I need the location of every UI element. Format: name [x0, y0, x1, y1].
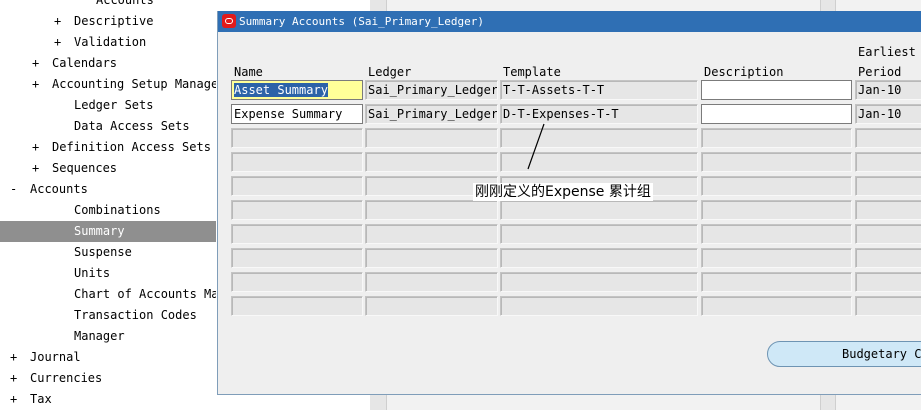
nav-expander[interactable]: + [32, 53, 52, 74]
nav-item-label: Sequences [52, 161, 118, 175]
nav-item-label: Ledger Sets [74, 98, 154, 112]
nav-expander[interactable]: + [54, 32, 74, 53]
nav-item-label: Suspense [74, 245, 132, 259]
nav-item[interactable]: Summary [0, 221, 216, 242]
nav-item[interactable]: Data Access Sets [54, 116, 190, 137]
nav-item-label: Combinations [74, 203, 161, 217]
nav-item-label: Journal [30, 350, 81, 364]
table-cell-ledger[interactable] [365, 248, 498, 268]
nav-item[interactable]: Combinations [54, 200, 161, 221]
nav-expander[interactable]: + [54, 11, 74, 32]
table-cell-template[interactable] [500, 296, 698, 316]
table-cell-ledger[interactable] [365, 272, 498, 292]
nav-item[interactable]: + Journal [10, 347, 81, 368]
nav-expander[interactable]: + [32, 74, 52, 95]
nav-item[interactable]: Units [54, 263, 110, 284]
nav-item-label: Currencies [30, 371, 103, 385]
nav-item[interactable]: + Currencies [10, 368, 102, 389]
table-cell-period[interactable] [855, 248, 921, 268]
nav-expander[interactable]: + [32, 137, 52, 158]
nav-item[interactable]: + Accounting Setup Manager [32, 74, 216, 95]
nav-item-label: Accounts [96, 0, 154, 7]
navigator-tree: Accounts + Descriptive + Validation + Calendar… [0, 0, 216, 410]
nav-item-label: Accounting Setup Manager [52, 77, 216, 91]
table-cell-name[interactable] [231, 224, 363, 244]
table-cell-description[interactable] [701, 248, 852, 268]
nav-item[interactable]: + Calendars [32, 53, 117, 74]
nav-item-label: Transaction Codes [74, 308, 197, 322]
nav-item[interactable]: + Sequences [32, 158, 117, 179]
nav-item[interactable]: + Descriptive [54, 11, 153, 32]
nav-item-label: Chart of Accounts Mappi [74, 287, 216, 301]
nav-item-label: Accounts [30, 182, 88, 196]
table-cell-name[interactable] [231, 248, 363, 268]
nav-expander[interactable]: + [10, 389, 30, 410]
table-cell-template[interactable] [500, 248, 698, 268]
nav-item[interactable]: + Tax [10, 389, 52, 410]
nav-item[interactable]: Manager [54, 326, 125, 347]
budgetary-control-button[interactable]: Budgetary Co [767, 341, 921, 367]
nav-expander[interactable]: + [32, 158, 52, 179]
table-cell-description[interactable] [701, 272, 852, 292]
nav-item[interactable]: + Validation [54, 32, 146, 53]
table-cell-name[interactable] [231, 272, 363, 292]
nav-item-label: Manager [74, 329, 125, 343]
nav-item[interactable]: Chart of Accounts Mappi [54, 284, 216, 305]
nav-item-label: Descriptive [74, 14, 154, 28]
annotation-pointer-line [527, 123, 545, 170]
nav-item-label: Definition Access Sets [52, 140, 211, 154]
annotation-label: 刚刚定义的Expense 累计组 [473, 183, 653, 201]
table-cell-period[interactable] [855, 224, 921, 244]
table-cell-name[interactable] [231, 296, 363, 316]
nav-item[interactable]: - Accounts [10, 179, 88, 200]
nav-item-label: Tax [30, 392, 52, 406]
table-cell-period[interactable] [855, 272, 921, 292]
table-cell-ledger[interactable] [365, 224, 498, 244]
nav-expander[interactable]: - [10, 179, 30, 200]
nav-expander[interactable]: + [10, 347, 30, 368]
summary-accounts-window: Summary Accounts (Sai_Primary_Ledger) Na… [217, 11, 921, 395]
table-cell-template[interactable] [500, 224, 698, 244]
nav-item-label: Data Access Sets [74, 119, 190, 133]
nav-item-label: Validation [74, 35, 147, 49]
nav-item[interactable]: Transaction Codes [54, 305, 197, 326]
nav-item[interactable]: Suspense [54, 242, 132, 263]
nav-item-label: Units [74, 266, 111, 280]
nav-item[interactable]: + Definition Access Sets [32, 137, 211, 158]
nav-item[interactable]: Ledger Sets [54, 95, 153, 116]
table-cell-period[interactable] [855, 296, 921, 316]
nav-item-label: Calendars [52, 56, 118, 70]
table-cell-template[interactable] [500, 272, 698, 292]
nav-item[interactable]: Accounts [76, 0, 154, 11]
table-cell-description[interactable] [701, 224, 852, 244]
table-cell-ledger[interactable] [365, 296, 498, 316]
nav-expander[interactable]: + [10, 368, 30, 389]
nav-item-label: Summary [74, 224, 125, 238]
table-cell-description[interactable] [701, 296, 852, 316]
